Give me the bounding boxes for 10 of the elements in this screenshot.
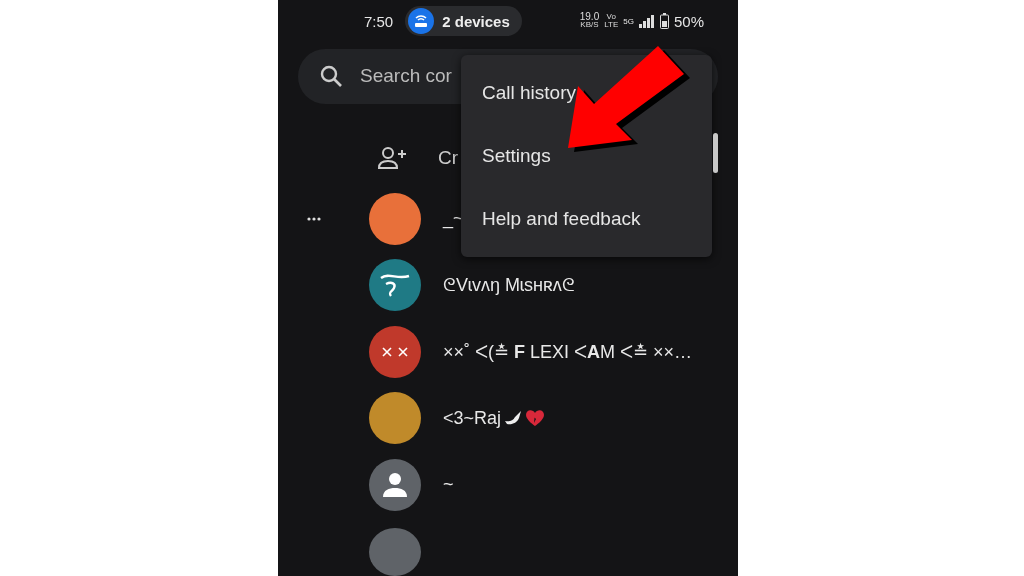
contact-name: ××˚ ᐸ(≛ F LEXI ᐸAM ᐸ≛ ××… bbox=[443, 340, 693, 363]
clock-time: 7:50 bbox=[364, 12, 394, 30]
contact-name: ᘓVɩvʌŋ Mɩsʜʀʌᘓ bbox=[443, 274, 575, 296]
contact-name: <3~Raj bbox=[443, 407, 502, 429]
battery-percent: 50% bbox=[673, 12, 704, 30]
network-speed: 19.0 KB/S bbox=[579, 13, 600, 30]
volte-label: Vo LTE bbox=[604, 13, 619, 30]
network-type: 5G bbox=[623, 16, 634, 26]
contact-name: _~ bbox=[443, 208, 464, 230]
contact-name: ~ bbox=[443, 474, 454, 496]
